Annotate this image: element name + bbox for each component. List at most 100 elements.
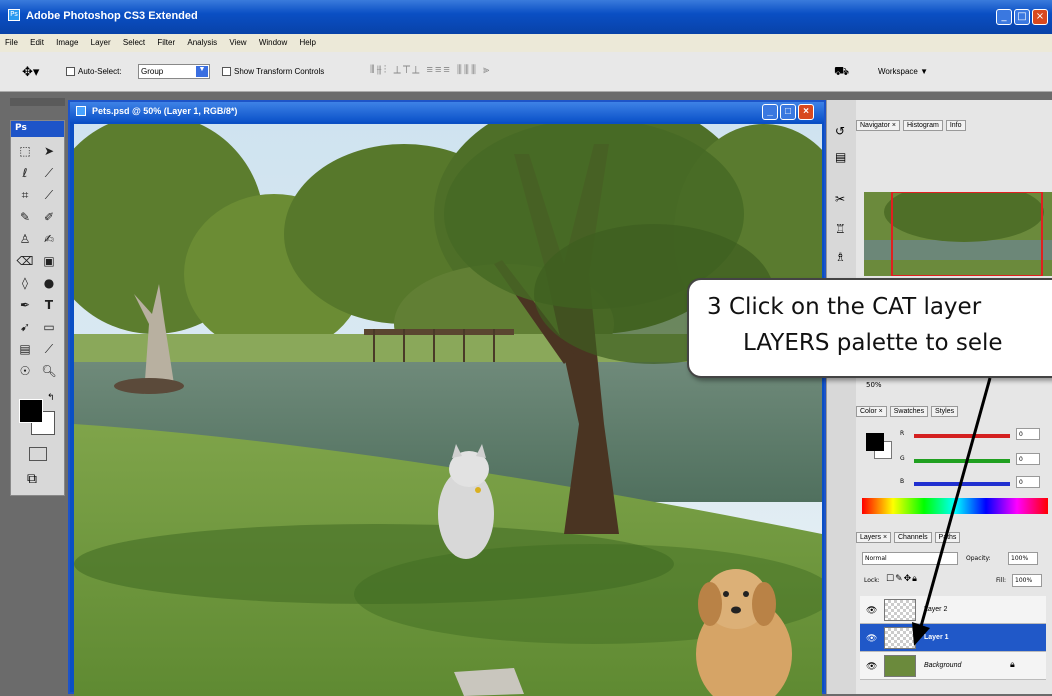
pen-tool-icon[interactable]: ✒ <box>15 295 35 315</box>
screen-mode-icon[interactable]: ⧉ <box>27 471 37 487</box>
menu-layer[interactable]: Layer <box>86 34 116 47</box>
layer-name: Layer 1 <box>924 634 949 641</box>
visibility-eye-icon[interactable]: 👁︎ <box>866 661 877 672</box>
panels-area: Navigator × Histogram Info 50% Color × S… <box>856 100 1052 694</box>
tab-layers[interactable]: Layers × <box>856 532 892 543</box>
dodge-tool-icon[interactable]: ● <box>39 273 59 293</box>
notes-tool-icon[interactable]: ▤ <box>15 339 35 359</box>
tab-info[interactable]: Info <box>945 120 966 131</box>
menu-analysis[interactable]: Analysis <box>182 34 222 47</box>
bridge-icon[interactable]: ⛟ <box>834 64 849 80</box>
visibility-eye-icon[interactable]: 👁︎ <box>866 633 877 644</box>
app-title: Adobe Photoshop CS3 Extended <box>26 10 198 22</box>
toolbox-logo: Ps <box>11 121 64 137</box>
auto-select-label: Auto-Select: <box>78 67 122 76</box>
crop-tool-icon[interactable]: ⌗ <box>15 185 35 205</box>
color-fg-swatch[interactable] <box>866 433 884 451</box>
tab-paths[interactable]: Paths <box>934 532 961 543</box>
tab-histogram[interactable]: Histogram <box>902 120 943 131</box>
tab-color[interactable]: Color × <box>856 406 887 417</box>
quick-mask-icon[interactable] <box>29 447 47 461</box>
align-icons[interactable]: ⫴⫵⫶ ⊥⊤⊥ ≡≡≡ ⫼⫼⫼ ⫸ <box>370 64 491 77</box>
eyedropper-tool-icon[interactable]: ⟋ <box>39 339 59 359</box>
navigator-tabs: Navigator × Histogram Info <box>856 120 1052 134</box>
menu-image[interactable]: Image <box>51 34 83 47</box>
actions-icon[interactable]: ▤ <box>835 150 846 164</box>
layer-row-layer-1[interactable]: 👁︎ Layer 1 <box>860 624 1046 652</box>
toolbox-grip[interactable] <box>10 98 65 106</box>
tab-swatches[interactable]: Swatches <box>889 406 929 417</box>
close-button[interactable]: × <box>1032 9 1048 25</box>
channel-b-value[interactable]: 0 <box>1016 476 1040 488</box>
minimize-button[interactable]: _ <box>996 9 1012 25</box>
channel-r-value[interactable]: 0 <box>1016 428 1040 440</box>
channel-b-label: B <box>900 478 905 485</box>
layer-row-layer-2[interactable]: 👁︎ Layer 2 <box>860 596 1046 624</box>
history-icon[interactable]: ↺ <box>835 124 845 138</box>
opacity-input[interactable]: 100% <box>1008 552 1038 565</box>
marquee-tool-icon[interactable]: ⬚ <box>15 141 35 161</box>
slice-tool-icon[interactable]: ⟋ <box>39 185 59 205</box>
tool-presets-icon[interactable]: ✂ <box>835 192 845 206</box>
toolbox: Ps ⬚ ➤ ℓ ⟋ ⌗ ⟋ ✎ ✐ ♙ ✍ ⌫ ▣ ◊ ● ✒ T ➹ ▭ ▤… <box>10 120 65 496</box>
healing-brush-tool-icon[interactable]: ✎ <box>15 207 35 227</box>
workspace-button[interactable]: Workspace ▼ <box>878 67 928 76</box>
image-canvas[interactable] <box>74 124 822 696</box>
tab-channels[interactable]: Channels <box>894 532 932 543</box>
navigator-zoom[interactable]: 50% <box>866 381 882 389</box>
auto-select-value: Group <box>141 67 164 76</box>
panel-dock-strip: ↺ ▤ ✂ ♖ ♗ <box>826 100 856 694</box>
menu-window[interactable]: Window <box>254 34 292 47</box>
gradient-tool-icon[interactable]: ▣ <box>39 251 59 271</box>
history-brush-tool-icon[interactable]: ✍ <box>39 229 59 249</box>
swap-colors-icon[interactable]: ↰ <box>47 393 55 403</box>
menu-view[interactable]: View <box>224 34 251 47</box>
auto-select-checkbox[interactable] <box>66 67 75 76</box>
opacity-label: Opacity: <box>966 555 991 562</box>
magic-wand-tool-icon[interactable]: ⟋ <box>39 163 59 183</box>
layer-row-background[interactable]: 👁︎ Background 🔒︎ <box>860 652 1046 680</box>
layer-thumbnail <box>884 599 916 621</box>
photoshop-app-icon: Ps <box>8 9 20 21</box>
brushes-icon[interactable]: ♖ <box>835 222 846 236</box>
layer-thumbnail <box>884 655 916 677</box>
fill-input[interactable]: 100% <box>1012 574 1042 587</box>
auto-select-dropdown[interactable]: Group ▼ <box>138 64 210 79</box>
tab-styles[interactable]: Styles <box>931 406 959 417</box>
doc-maximize-button[interactable]: □ <box>780 104 796 120</box>
type-tool-icon[interactable]: T <box>39 295 59 315</box>
menu-file[interactable]: File <box>0 34 23 47</box>
blend-mode-select[interactable]: Normal <box>862 552 958 565</box>
menu-help[interactable]: Help <box>295 34 321 47</box>
maximize-button[interactable]: □ <box>1014 9 1030 25</box>
path-selection-tool-icon[interactable]: ➹ <box>15 317 35 337</box>
menu-select[interactable]: Select <box>118 34 150 47</box>
clone-source-icon[interactable]: ♗ <box>835 250 846 264</box>
shape-tool-icon[interactable]: ▭ <box>39 317 59 337</box>
color-tabs: Color × Swatches Styles <box>856 406 1052 420</box>
channel-g-label: G <box>900 455 905 462</box>
tab-navigator[interactable]: Navigator × <box>856 120 900 131</box>
instruction-callout: 3 Click on the CAT layer LAYERS palette … <box>687 278 1052 378</box>
eraser-tool-icon[interactable]: ⌫ <box>15 251 35 271</box>
hand-tool-icon[interactable]: ☉ <box>15 361 35 381</box>
move-tool-icon[interactable]: ✥▾ <box>22 64 39 80</box>
show-transform-checkbox[interactable] <box>222 67 231 76</box>
navigator-preview[interactable] <box>864 192 1052 276</box>
visibility-eye-icon[interactable]: 👁︎ <box>866 605 877 616</box>
brush-tool-icon[interactable]: ✐ <box>39 207 59 227</box>
zoom-tool-icon[interactable]: 🔍︎ <box>39 361 59 381</box>
menu-edit[interactable]: Edit <box>25 34 49 47</box>
doc-minimize-button[interactable]: _ <box>762 104 778 120</box>
channel-g-value[interactable]: 0 <box>1016 453 1040 465</box>
menu-filter[interactable]: Filter <box>152 34 180 47</box>
move-tool-icon[interactable]: ➤ <box>39 141 59 161</box>
doc-close-button[interactable]: × <box>798 104 814 120</box>
blur-tool-icon[interactable]: ◊ <box>15 273 35 293</box>
lock-icons[interactable]: ☐✎✥🔒︎ <box>886 574 918 584</box>
layer-thumbnail <box>884 627 916 649</box>
clone-stamp-tool-icon[interactable]: ♙ <box>15 229 35 249</box>
lasso-tool-icon[interactable]: ℓ <box>15 163 35 183</box>
color-spectrum[interactable] <box>862 498 1048 514</box>
foreground-color-swatch[interactable] <box>19 399 43 423</box>
